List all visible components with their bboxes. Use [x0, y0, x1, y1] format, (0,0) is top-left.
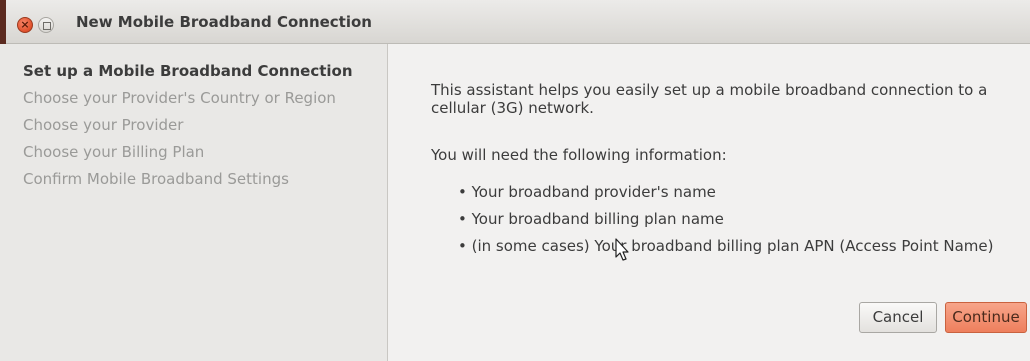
requirement-item: • Your broadband provider's name — [458, 183, 716, 201]
sidebar-item-provider: Choose your Provider — [23, 116, 184, 134]
assistant-steps-sidebar: Set up a Mobile Broadband Connection Cho… — [0, 44, 388, 361]
sidebar-item-setup: Set up a Mobile Broadband Connection — [23, 62, 353, 80]
sidebar-item-billing-plan: Choose your Billing Plan — [23, 143, 205, 161]
intro-text: This assistant helps you easily set up a… — [431, 81, 988, 117]
requirement-item: • (in some cases) Your broadband billing… — [458, 237, 994, 255]
continue-button[interactable]: Continue — [945, 302, 1027, 333]
mouse-pointer-icon — [615, 238, 629, 261]
requirement-item: • Your broadband billing plan name — [458, 210, 724, 228]
needed-info-heading: You will need the following information: — [431, 146, 727, 164]
maximize-icon[interactable] — [38, 17, 54, 33]
close-icon[interactable]: × — [17, 17, 33, 33]
sidebar-item-confirm: Confirm Mobile Broadband Settings — [23, 170, 289, 188]
title-bar-edge — [0, 0, 6, 44]
window-title: New Mobile Broadband Connection — [76, 13, 372, 31]
sidebar-item-country: Choose your Provider's Country or Region — [23, 89, 336, 107]
cancel-button[interactable]: Cancel — [859, 302, 937, 333]
title-bar: × New Mobile Broadband Connection — [0, 0, 1030, 44]
